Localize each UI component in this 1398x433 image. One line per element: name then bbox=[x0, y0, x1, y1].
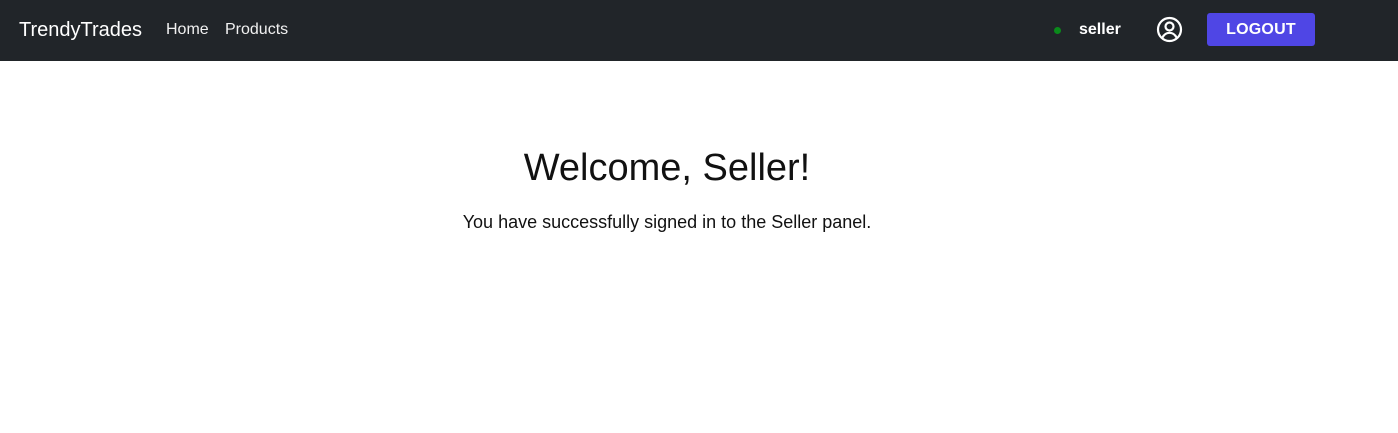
username-label: seller bbox=[1079, 21, 1121, 38]
online-status-indicator bbox=[1054, 27, 1061, 34]
nav-link-products[interactable]: Products bbox=[225, 20, 288, 39]
brand-link[interactable]: TrendyTrades bbox=[19, 18, 142, 42]
welcome-title: Welcome, Seller! bbox=[523, 147, 811, 189]
main-content: Welcome, Seller! You have successfully s… bbox=[0, 61, 1334, 433]
logout-button[interactable]: LOGOUT bbox=[1207, 13, 1315, 46]
welcome-message: You have successfully signed in to the S… bbox=[462, 212, 872, 232]
nav-link-home[interactable]: Home bbox=[166, 20, 209, 39]
top-navbar: TrendyTrades Home Products seller LOGOUT bbox=[0, 0, 1398, 61]
user-circle-icon[interactable] bbox=[1156, 16, 1183, 43]
